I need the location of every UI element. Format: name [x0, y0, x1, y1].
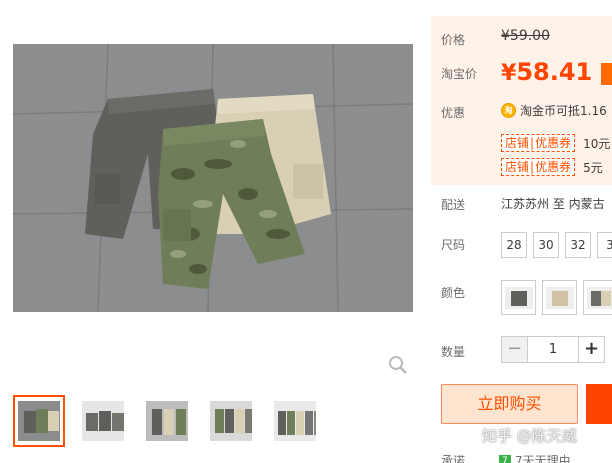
- thumbnail-3[interactable]: [141, 395, 193, 447]
- size-option[interactable]: 32: [565, 232, 591, 258]
- thumbnail-5[interactable]: [269, 395, 321, 447]
- coupon-badge: 店铺|优惠券: [501, 158, 576, 176]
- thumbnail-4[interactable]: [205, 395, 257, 447]
- taobao-price-label: 淘宝价: [441, 67, 478, 81]
- seven-day-icon: 7: [499, 454, 512, 463]
- service-row: 承诺 7 7天无理由: [441, 452, 571, 463]
- taobao-price: ¥58.41: [501, 58, 592, 86]
- taobao-coin-icon: 淘: [501, 103, 516, 118]
- coupon-text: 10元: [583, 136, 611, 151]
- coupon-badge: 店铺|优惠券: [501, 134, 576, 152]
- coupon-1[interactable]: 店铺|优惠券 10元: [501, 134, 610, 152]
- color-label: 颜色: [441, 286, 466, 300]
- color-swatch-mixed[interactable]: [583, 280, 612, 315]
- service-text: 7天无理由: [515, 454, 571, 463]
- quantity-decrease-button[interactable]: −: [501, 336, 528, 363]
- price-label: 价格: [441, 33, 466, 47]
- quantity-label: 数量: [441, 345, 466, 359]
- shipping-label: 配送: [441, 198, 466, 212]
- coin-text: 淘金币可抵1.16: [520, 104, 607, 118]
- color-options: [501, 280, 612, 315]
- size-option[interactable]: 3: [597, 232, 612, 258]
- watermark: 知乎 @陈天威: [482, 427, 577, 445]
- color-swatch-khaki[interactable]: [542, 280, 577, 315]
- quantity-increase-button[interactable]: +: [578, 336, 605, 363]
- thumbnail-strip: [13, 395, 321, 447]
- promo-label: 优惠: [441, 106, 466, 120]
- coupon-text: 5元: [583, 160, 603, 175]
- original-price: ¥59.00: [501, 28, 550, 44]
- main-product-image[interactable]: [13, 44, 413, 312]
- size-label: 尺码: [441, 238, 466, 252]
- thumbnail-1[interactable]: [13, 395, 65, 447]
- currency-symbol: ¥: [501, 61, 517, 86]
- coin-row: 淘 淘金币可抵1.16: [501, 102, 607, 119]
- color-swatch-grey[interactable]: [501, 280, 536, 315]
- size-option[interactable]: 28: [501, 232, 527, 258]
- price-tag-edge: [601, 63, 612, 85]
- size-options: 28 30 32 3: [501, 232, 612, 258]
- shipping-destination[interactable]: 江苏苏州 至 内蒙古: [501, 195, 605, 212]
- zoom-icon[interactable]: [388, 355, 408, 375]
- coupon-2[interactable]: 店铺|优惠券 5元: [501, 158, 603, 176]
- service-label: 承诺: [441, 454, 466, 463]
- size-option[interactable]: 30: [533, 232, 559, 258]
- taobao-price-value: 58.41: [516, 58, 593, 86]
- buy-now-button[interactable]: 立即购买: [441, 384, 578, 424]
- thumbnail-2[interactable]: [77, 395, 129, 447]
- quantity-stepper: − 1 +: [501, 336, 605, 363]
- quantity-input[interactable]: 1: [528, 336, 578, 363]
- add-to-cart-button[interactable]: [586, 384, 612, 424]
